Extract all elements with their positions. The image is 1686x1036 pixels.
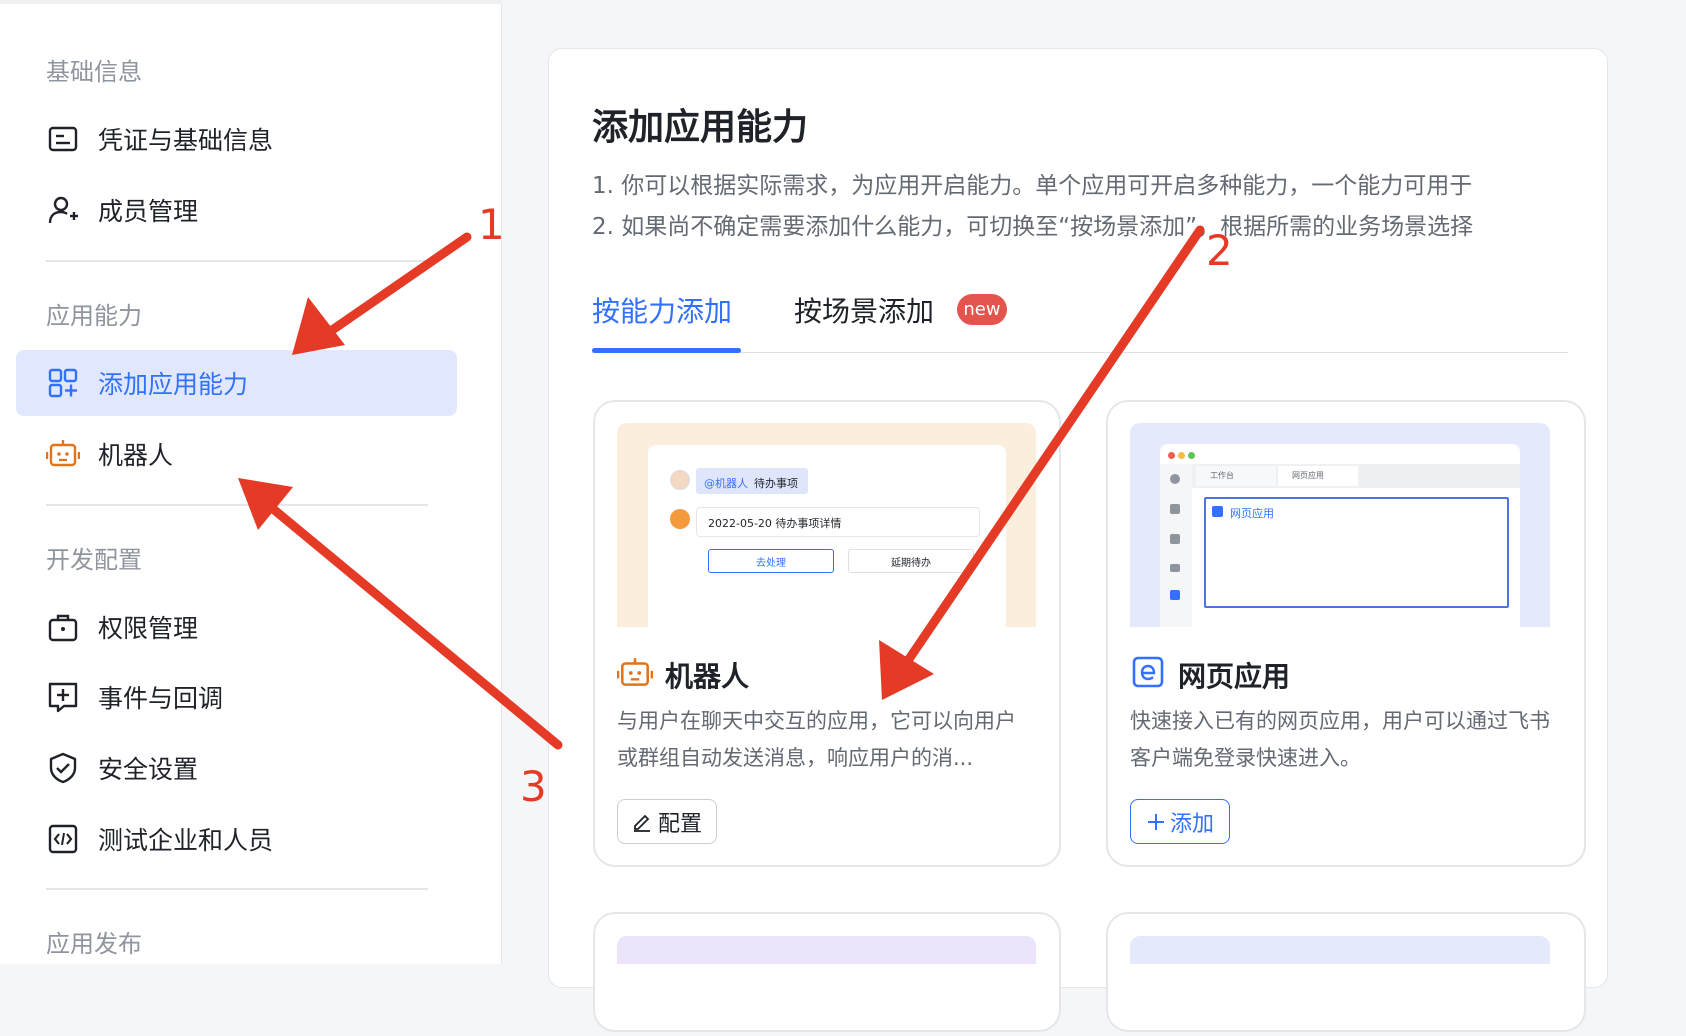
description-line-1: 1. 你可以根据实际需求，为应用开启能力。单个应用可开启多种能力，一个能力可用于	[592, 173, 1473, 199]
robot-icon	[46, 437, 80, 471]
sidebar-item-credentials[interactable]: 凭证与基础信息	[16, 106, 457, 172]
new-badge: new	[957, 294, 1007, 325]
annotation-label-2: 2	[1206, 226, 1233, 275]
chat-window-illustration: @机器人 待办事项 2022-05-20 待办事项详情 去处理 延期待办	[648, 445, 1006, 627]
card-title-robot: 机器人	[665, 660, 750, 693]
annotation-label-1: 1	[478, 200, 505, 249]
detail-text: 2022-05-20 待办事项详情	[708, 517, 842, 530]
todo-text: 待办事项	[754, 477, 798, 490]
configure-button[interactable]: 配置	[617, 799, 717, 844]
add-label: 添加	[1169, 811, 1214, 837]
robot-avatar	[670, 509, 690, 529]
sidebar-item-events[interactable]: 事件与回调	[16, 664, 457, 730]
briefcase-lock-icon	[46, 610, 80, 644]
sidebar-item-label: 成员管理	[98, 197, 199, 226]
webapp-square-icon	[1212, 506, 1223, 517]
handle-button-illustration: 去处理	[708, 549, 834, 573]
tab-webapp: 网页应用	[1278, 466, 1358, 486]
sidebar-item-security[interactable]: 安全设置	[16, 735, 457, 801]
divider	[46, 260, 428, 262]
webapp-content-label: 网页应用	[1230, 507, 1274, 520]
sidebar-item-permissions[interactable]: 权限管理	[16, 594, 457, 660]
sidebar-item-robot[interactable]: 机器人	[16, 421, 457, 487]
mail-icon	[1170, 564, 1180, 572]
add-button[interactable]: 添加	[1130, 799, 1230, 844]
description-line-2: 2. 如果尚不确定需要添加什么能力，可切换至“按场景添加”，根据所需的业务场景选…	[592, 214, 1474, 240]
configure-label: 配置	[657, 811, 702, 837]
plus-icon	[1146, 812, 1166, 832]
mention-text: @机器人	[704, 477, 748, 490]
robot-icon	[616, 655, 654, 695]
edit-icon	[632, 812, 652, 832]
id-card-icon	[46, 122, 80, 156]
tab-by-capability[interactable]: 按能力添加	[592, 290, 732, 330]
calendar-icon	[1170, 504, 1180, 514]
tab-by-scenario[interactable]: 按场景添加	[794, 290, 934, 330]
add-user-icon	[46, 193, 80, 227]
sidebar-item-add-capability[interactable]: 添加应用能力	[16, 350, 457, 416]
page-title: 添加应用能力	[592, 107, 809, 148]
browser-window-illustration: 工作台 网页应用 网页应用	[1160, 444, 1520, 627]
card-desc-web-app: 快速接入已有的网页应用，用户可以通过飞书客户端免登录快速进入。	[1130, 709, 1550, 770]
sidebar-item-label: 测试企业和人员	[98, 826, 274, 855]
divider	[46, 504, 428, 506]
sidebar: 基础信息 凭证与基础信息 成员管理 应用能力 添加应用能力 机器人 开发配置 权…	[0, 0, 502, 964]
card-title-web-app: 网页应用	[1178, 660, 1291, 693]
group-title-dev: 开发配置	[46, 546, 142, 574]
card-desc-robot: 与用户在聊天中交互的应用，它可以向用户或群组自动发送消息，响应用户的消...	[617, 709, 1016, 770]
annotation-label-3: 3	[520, 762, 547, 811]
capability-card-partial[interactable]	[593, 912, 1061, 1032]
sidebar-item-label: 凭证与基础信息	[98, 126, 274, 155]
chat-icon	[1170, 474, 1180, 484]
card-illustration-partial	[617, 936, 1036, 964]
sidebar-item-members[interactable]: 成员管理	[16, 177, 457, 243]
defer-button-illustration: 延期待办	[848, 549, 974, 573]
plus-square-icon	[46, 680, 80, 714]
sidebar-item-label: 机器人	[98, 441, 174, 470]
group-title-basic: 基础信息	[46, 58, 142, 86]
sidebar-item-test-tenant[interactable]: 测试企业和人员	[16, 806, 457, 872]
card-illustration-partial	[1130, 936, 1550, 964]
sidebar-item-label: 事件与回调	[98, 684, 224, 713]
group-title-capabilities: 应用能力	[46, 302, 142, 330]
group-title-publish: 应用发布	[46, 930, 142, 958]
active-tab-indicator	[592, 348, 741, 353]
shield-check-icon	[46, 751, 80, 785]
top-border	[0, 0, 502, 4]
divider	[46, 888, 428, 890]
docs-icon	[1170, 534, 1180, 544]
window-dot	[1188, 452, 1195, 459]
sidebar-item-label: 安全设置	[98, 755, 199, 784]
window-dot	[1168, 452, 1175, 459]
sidebar-item-label: 权限管理	[98, 614, 199, 643]
window-dot	[1178, 452, 1185, 459]
apps-icon	[1170, 590, 1180, 600]
web-app-e-icon	[1132, 656, 1164, 692]
tab-workbench: 工作台	[1196, 466, 1276, 486]
add-grid-icon	[46, 366, 80, 400]
sidebar-item-label: 添加应用能力	[98, 370, 249, 399]
app-sidebar	[1160, 464, 1192, 627]
capability-card-partial[interactable]	[1106, 912, 1586, 1032]
avatar	[670, 470, 690, 490]
code-frame-icon	[46, 822, 80, 856]
